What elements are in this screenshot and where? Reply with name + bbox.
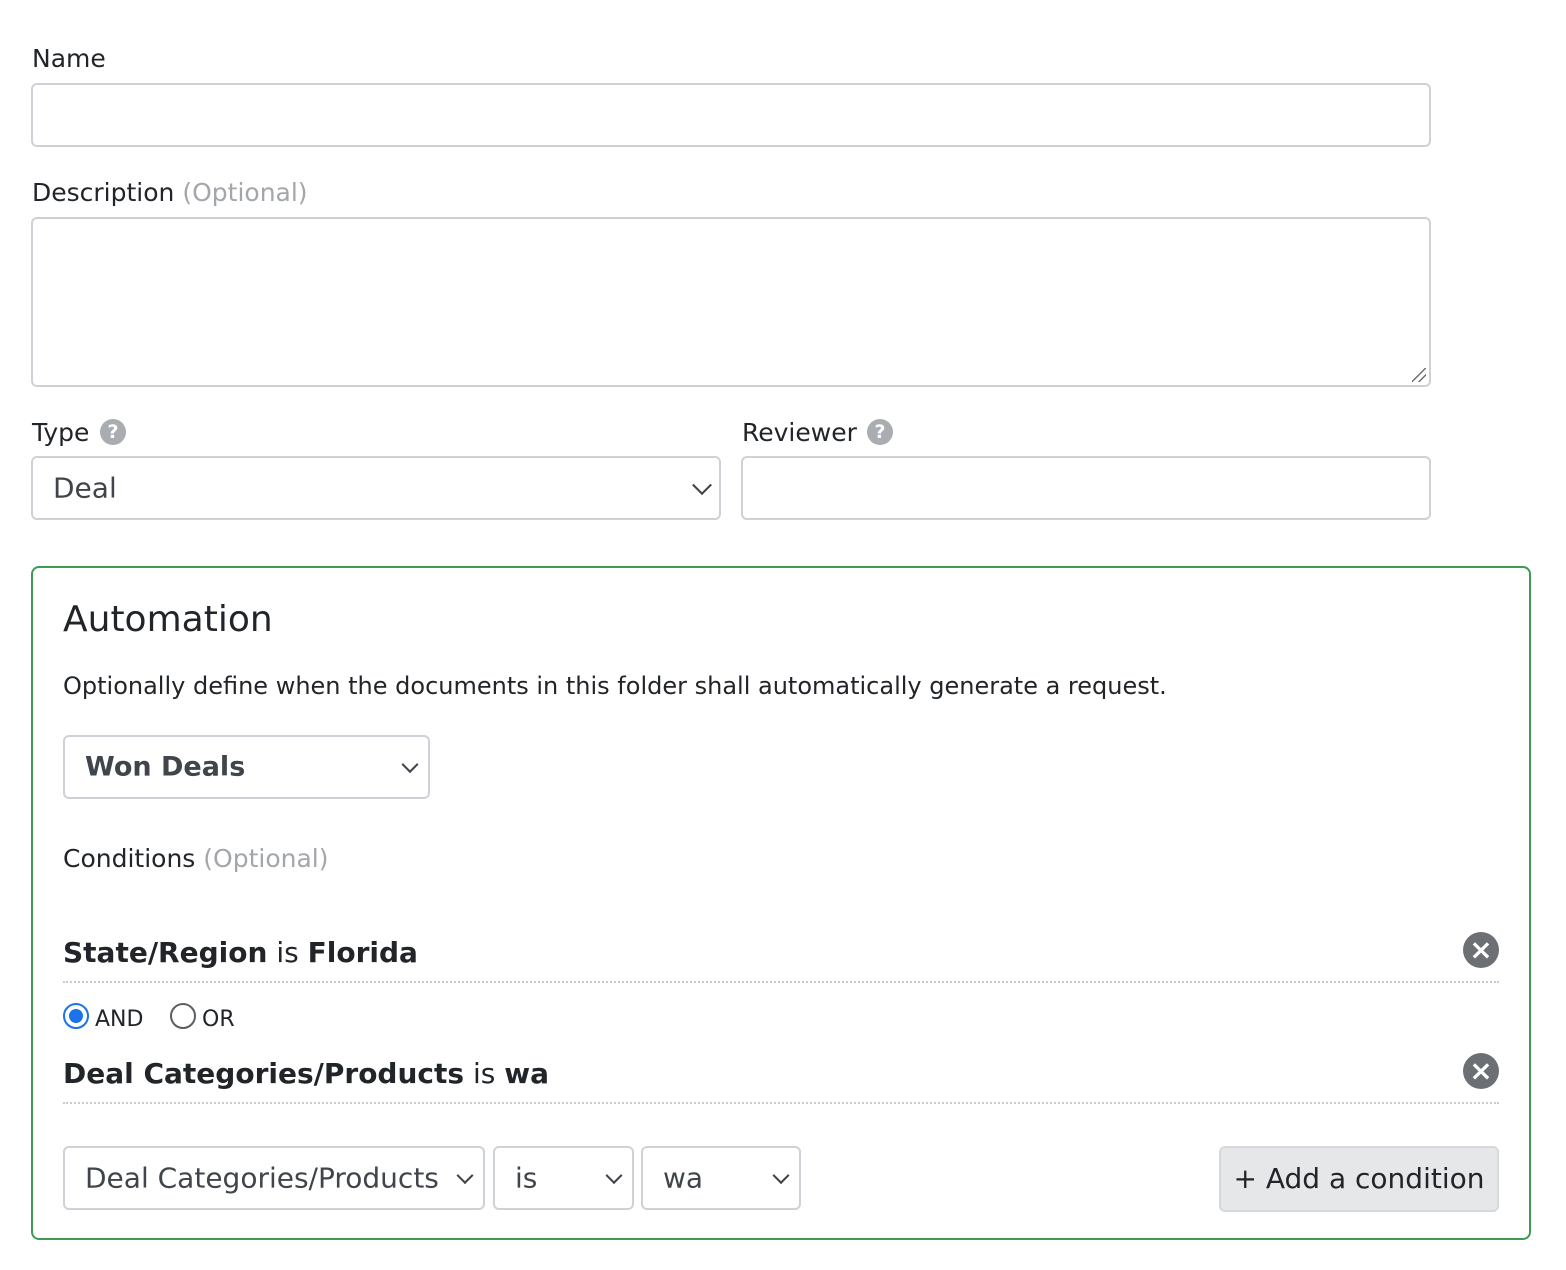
condition-field: Deal Categories/Products bbox=[63, 1057, 465, 1090]
condition-value: Florida bbox=[307, 936, 418, 969]
type-help-icon[interactable]: ? bbox=[100, 419, 126, 445]
condition-field: State/Region bbox=[63, 936, 268, 969]
condition-value: wa bbox=[504, 1057, 550, 1090]
description-textarea[interactable] bbox=[31, 217, 1431, 387]
and-radio[interactable] bbox=[63, 1003, 89, 1029]
remove-condition-icon[interactable]: × bbox=[1463, 932, 1499, 968]
and-radio-label: AND bbox=[95, 1007, 144, 1032]
resize-handle-icon[interactable] bbox=[1412, 368, 1426, 382]
name-input[interactable] bbox=[31, 83, 1431, 147]
trigger-select[interactable]: Won Deals bbox=[63, 735, 430, 799]
chevron-down-icon bbox=[692, 475, 712, 496]
condition-text: State/Region is Florida bbox=[63, 936, 418, 970]
type-select-value: Deal bbox=[53, 471, 117, 505]
condition-operator: is bbox=[276, 936, 299, 969]
condition-value-select[interactable]: wa bbox=[641, 1146, 801, 1210]
reviewer-help-icon[interactable]: ? bbox=[867, 419, 893, 445]
condition-operator: is bbox=[472, 1057, 496, 1090]
description-optional-hint: (Optional) bbox=[182, 178, 308, 207]
trigger-select-value: Won Deals bbox=[85, 751, 246, 783]
conditions-label: Conditions (Optional) bbox=[63, 844, 329, 874]
reviewer-label: Reviewer bbox=[742, 418, 857, 447]
conditions-optional-hint: (Optional) bbox=[203, 844, 329, 873]
condition-row: Deal Categories/Products is wa × bbox=[63, 1053, 1499, 1104]
type-select[interactable]: Deal bbox=[31, 456, 721, 520]
remove-condition-icon[interactable]: × bbox=[1463, 1053, 1499, 1089]
automation-title: Automation bbox=[63, 599, 273, 640]
automation-panel bbox=[31, 566, 1531, 1240]
condition-row: State/Region is Florida × bbox=[63, 932, 1499, 983]
chevron-down-icon bbox=[401, 756, 419, 774]
chevron-down-icon bbox=[605, 1167, 623, 1185]
condition-field-select-value: Deal Categories/Products bbox=[85, 1161, 439, 1195]
name-label: Name bbox=[32, 44, 106, 73]
condition-operator-select[interactable]: is bbox=[493, 1146, 634, 1210]
automation-description: Optionally define when the documents in … bbox=[63, 672, 1167, 700]
chevron-down-icon bbox=[772, 1167, 790, 1185]
or-radio[interactable] bbox=[170, 1003, 196, 1029]
reviewer-input[interactable] bbox=[741, 456, 1431, 520]
description-label: Description (Optional) bbox=[32, 178, 308, 208]
condition-field-select[interactable]: Deal Categories/Products bbox=[63, 1146, 485, 1210]
condition-text: Deal Categories/Products is wa bbox=[63, 1057, 549, 1091]
type-label: Type bbox=[32, 418, 90, 447]
condition-operator-select-value: is bbox=[515, 1161, 538, 1195]
or-radio-label: OR bbox=[202, 1007, 235, 1032]
condition-value-select-value: wa bbox=[663, 1161, 704, 1195]
add-condition-button[interactable]: + Add a condition bbox=[1219, 1146, 1499, 1212]
description-label-text: Description bbox=[32, 178, 175, 207]
conditions-label-text: Conditions bbox=[63, 844, 196, 873]
chevron-down-icon bbox=[456, 1167, 474, 1185]
